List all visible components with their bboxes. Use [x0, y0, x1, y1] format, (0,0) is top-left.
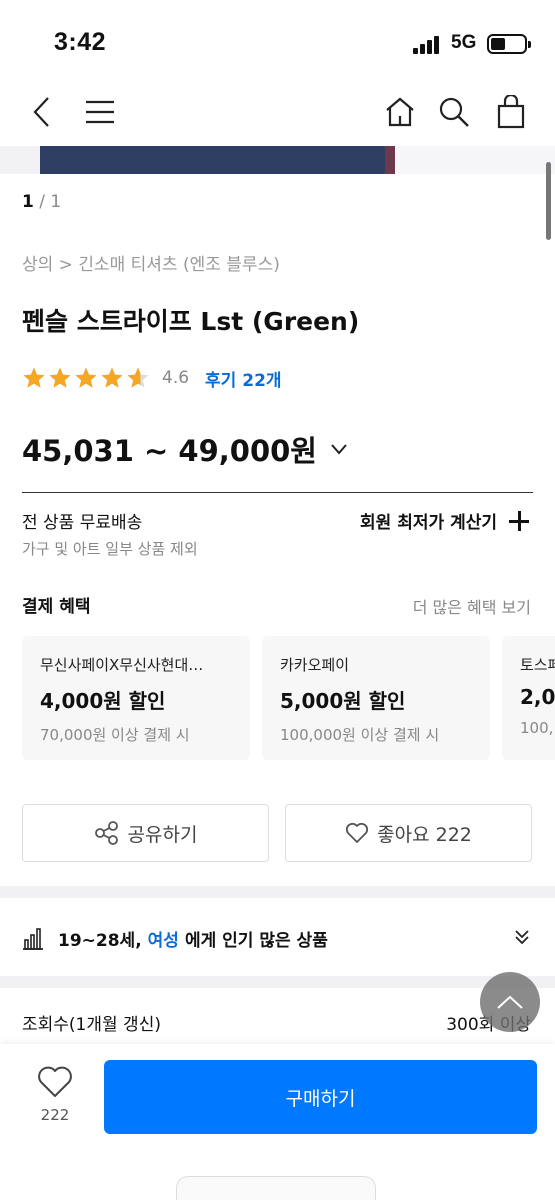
heart-icon [38, 1066, 72, 1097]
popular-gender: 여성 [147, 930, 179, 951]
reviews-link[interactable]: 후기 22개 [205, 366, 282, 391]
scroll-top-button[interactable] [480, 972, 540, 1032]
plus-icon [509, 510, 529, 531]
pager-total: 1 [50, 192, 62, 212]
card-amount: 2,00 [520, 685, 555, 709]
signal-icon [413, 34, 443, 54]
status-time: 3:42 [54, 28, 107, 56]
heart-icon [346, 822, 369, 843]
benefit-card[interactable]: 토스페 2,00 100, [502, 636, 555, 760]
share-icon [94, 821, 118, 845]
rating-value: 4.6 [162, 368, 190, 388]
search-icon[interactable] [434, 92, 474, 132]
product-title: 펜슬 스트라이프 Lst (Green) [22, 307, 360, 336]
top-nav [0, 84, 555, 140]
like-label: 좋아요 222 [377, 823, 472, 846]
popular-age: 19~28세, [58, 930, 142, 951]
price-calculator-button[interactable]: 회원 최저가 계산기 [360, 508, 529, 533]
popular-text: 에게 인기 많은 상품 [184, 930, 328, 951]
bottom-bar: 222 구매하기 [0, 1044, 555, 1200]
card-amount: 5,000원 할인 [280, 689, 406, 713]
network-label: 5G [451, 32, 477, 53]
chevron-down-icon [331, 444, 347, 455]
card-name: 토스페 [520, 656, 555, 674]
like-count: 222 [40, 1106, 70, 1124]
menu-icon[interactable] [80, 92, 120, 132]
shipping-title: 전 상품 무료배송 [22, 513, 143, 533]
cart-icon[interactable] [491, 92, 531, 132]
section-divider [0, 976, 555, 988]
image-pager: 1 / 1 [22, 192, 61, 212]
back-icon[interactable] [22, 92, 62, 132]
star-icon [127, 367, 149, 388]
share-label: 공유하기 [127, 823, 198, 846]
card-condition: 100, [520, 719, 554, 737]
price-range[interactable]: 45,031 ~ 49,000원 [22, 428, 349, 470]
rating-stars [22, 366, 150, 390]
double-chevron-down-icon [515, 930, 529, 945]
card-name: 카카오페이 [280, 656, 350, 674]
divider [22, 492, 533, 493]
star-icon [23, 367, 45, 388]
product-image[interactable] [0, 146, 555, 174]
section-divider [0, 886, 555, 898]
share-button[interactable]: 공유하기 [22, 804, 269, 862]
popular-row[interactable]: 19~28세, 여성 에게 인기 많은 상품 [22, 924, 533, 952]
home-indicator [176, 1176, 376, 1200]
star-icon [101, 367, 123, 388]
star-icon [75, 367, 97, 388]
shipping-subtitle: 가구 및 아트 일부 상품 제외 [22, 540, 198, 558]
calculator-label: 회원 최저가 계산기 [360, 513, 497, 533]
home-icon[interactable] [380, 92, 420, 132]
price-text: 45,031 ~ 49,000원 [22, 434, 317, 468]
pager-current: 1 [22, 192, 34, 212]
benefit-cards: 무신사페이X무신사현대… 4,000원 할인 70,000원 이상 결제 시 카… [22, 636, 555, 760]
like-button[interactable]: 좋아요 222 [285, 804, 532, 862]
page-scrollbar[interactable] [546, 162, 551, 240]
benefits-title: 결제 혜택 [22, 597, 91, 617]
benefits-more-link[interactable]: 더 많은 혜택 보기 [413, 594, 531, 618]
benefit-card[interactable]: 무신사페이X무신사현대… 4,000원 할인 70,000원 이상 결제 시 [22, 636, 250, 760]
breadcrumb[interactable]: 상의 > 긴소매 티셔츠 (엔조 블루스) [22, 250, 280, 275]
card-condition: 100,000원 이상 결제 시 [280, 726, 440, 744]
bottom-like-button[interactable]: 222 [26, 1066, 84, 1124]
chevron-up-icon [497, 995, 523, 1009]
buy-button[interactable]: 구매하기 [104, 1060, 537, 1134]
benefit-card[interactable]: 카카오페이 5,000원 할인 100,000원 이상 결제 시 [262, 636, 490, 760]
bar-chart-icon [23, 928, 43, 950]
star-icon [49, 367, 71, 388]
card-amount: 4,000원 할인 [40, 689, 166, 713]
card-condition: 70,000원 이상 결제 시 [40, 726, 190, 744]
views-label: 조회수(1개월 갱신) [22, 1015, 161, 1035]
status-bar: 3:42 5G [0, 0, 555, 80]
card-name: 무신사페이X무신사현대… [40, 656, 204, 674]
rating-row: 4.6 후기 22개 [22, 364, 282, 392]
battery-icon [487, 34, 531, 54]
pager-separator: / [39, 192, 45, 212]
